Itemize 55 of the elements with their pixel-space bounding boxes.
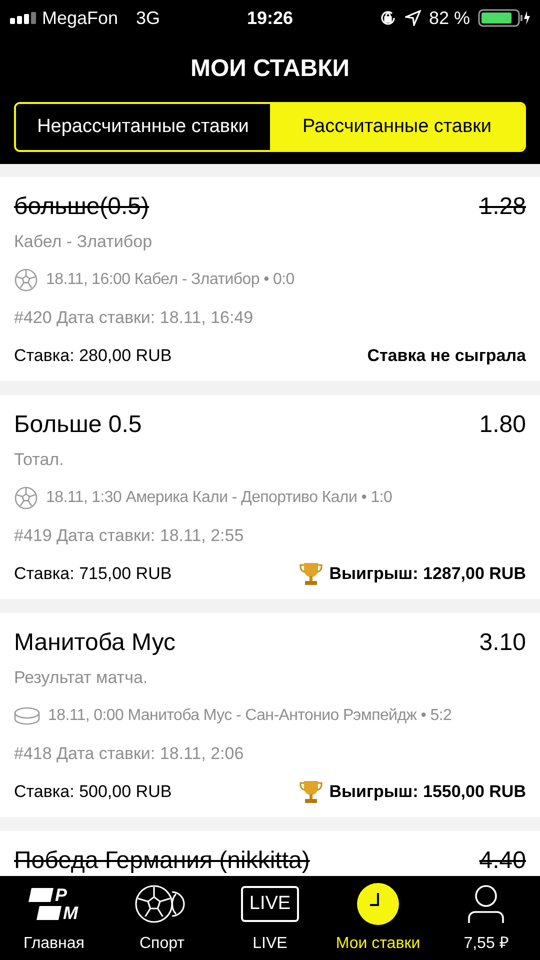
bet-card[interactable]: Манитоба Мус 3.10 Результат матча. 18.11, 0:00 Манитоба Мус - Сан-Антонио Рэмпейдж • 5:2 #418 Дата ставки: 18.11, 2:06 Ставка: 500,00 RUB Выигрыш: 1550,00 RUB [0,613,540,817]
stake-text: Ставка: 715,00 RUB [14,563,172,586]
stake-text: Ставка: 500,00 RUB [14,781,172,804]
clock-icon [357,883,399,925]
nav-label: LIVE [252,934,288,954]
bet-title: больше(0.5) [14,192,150,222]
nav-label: Мои ставки [336,934,420,954]
soccer-ball-icon [14,486,38,510]
battery-percent: 82 % [428,6,470,30]
battery-charging-icon [478,9,530,27]
nav-label: Главная [24,934,84,954]
tab[interactable]: Рассчитанные ставки [270,104,524,150]
puck-icon [14,706,40,726]
nav-label: Спорт [140,934,184,954]
event-text: 18.11, 0:00 Манитоба Мус - Сан-Антонио Рэмпейдж • 5:2 [48,706,452,726]
bet-info-text: #420 Дата ставки: 18.11, 16:49 [14,307,254,330]
nav-label: 7,55 ₽ [464,934,508,954]
nav-tab[interactable]: P M Главная [0,882,108,956]
event-text: 18.11, 1:30 Америка Кали - Депортиво Кали • 1:0 [46,488,392,508]
bet-title: Манитоба Мус [14,628,176,658]
bet-card[interactable]: Больше 0.5 1.80 Тотал. 18.11, 1:30 Америка Кали - Депортиво Кали • 1:0 #419 Дата ставки: 18.11, 2:55 Ставка: 715,00 RUB Выигрыш: 1287,00 RUB [0,395,540,599]
result-text: Выигрыш: 1550,00 RUB [329,781,526,804]
event-text: 18.11, 16:00 Кабел - Златибор • 0:0 [46,270,294,290]
nav-tab[interactable]: LIVE LIVE [216,882,324,956]
live-icon: LIVE [241,886,299,922]
odds-value: 4.40 [479,846,526,876]
clock-time: 19:26 [246,6,294,30]
bet-title: Победа Германия (nikkitta) [14,846,310,876]
bet-info-text: #418 Дата ставки: 18.11, 2:06 [14,743,244,766]
nav-tab[interactable]: Спорт [108,882,216,956]
soccer-ball-icon [14,268,38,292]
bet-info-text: #419 Дата ставки: 18.11, 2:55 [14,525,244,548]
bet-card[interactable]: Победа Германия (nikkitta) 4.40 [0,831,540,876]
signal-icon [10,12,36,24]
trophy-icon [299,561,324,587]
nav-tab[interactable]: Мои ставки [324,882,432,956]
odds-value: 1.28 [479,192,526,222]
bet-title: Больше 0.5 [14,410,142,440]
market-text: Тотал. [14,449,64,472]
person-icon [466,884,506,924]
rotation-lock-icon [378,9,397,27]
odds-value: 3.10 [479,628,526,658]
odds-value: 1.80 [479,410,526,440]
stake-text: Ставка: 280,00 RUB [14,345,172,368]
carrier-text: MegaFon [42,6,118,30]
nav-tab[interactable]: 7,55 ₽ [432,882,540,956]
result-text: Выигрыш: 1287,00 RUB [329,563,526,586]
trophy-icon [299,779,324,805]
network-text: 3G [136,6,160,30]
location-icon [404,10,421,26]
market-text: Кабел - Златибор [14,231,152,254]
bet-card[interactable]: больше(0.5) 1.28 Кабел - Златибор 18.11, 16:00 Кабел - Златибор • 0:0 #420 Дата ставки: 18.11, 16:49 Ставка: 280,00 RUB Ставка не сыграла [0,177,540,381]
result-text: Ставка не сыграла [367,345,526,368]
market-text: Результат матча. [14,667,148,690]
page-title: МОИ СТАВКИ [190,54,350,84]
